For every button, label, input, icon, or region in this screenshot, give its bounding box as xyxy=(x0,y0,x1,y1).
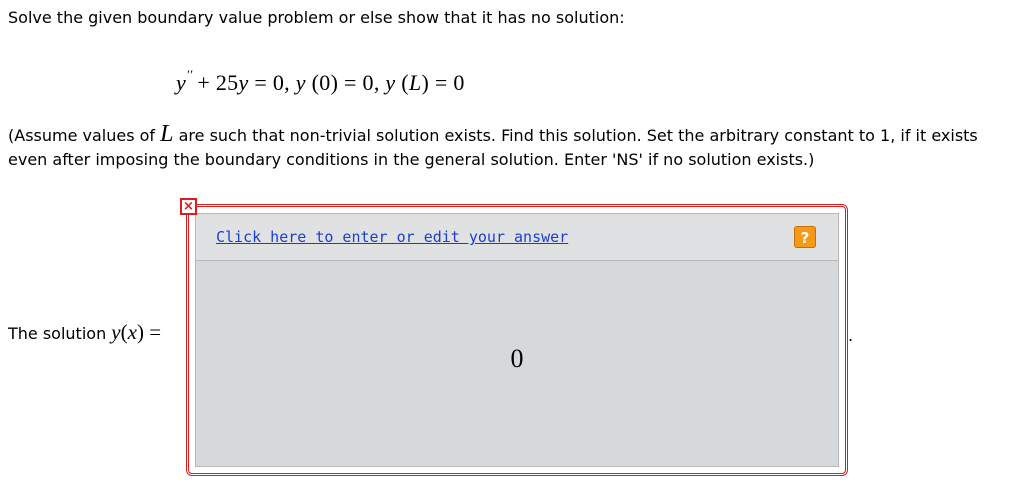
solution-x: x xyxy=(127,320,137,344)
solution-paren-open: ( xyxy=(120,320,128,344)
solution-label-text: The solution xyxy=(8,324,112,343)
eq-plus-25: + 25 xyxy=(197,70,239,95)
solution-label: The solution y(x) = xyxy=(8,320,161,345)
eq-y: y xyxy=(176,70,187,95)
instructions: (Assume values of L are such that non-tr… xyxy=(8,121,1018,172)
bc2-L: L xyxy=(408,70,422,95)
answer-header: Click here to enter or edit your answer … xyxy=(196,214,838,261)
bc1-y: y xyxy=(295,70,306,95)
solution-paren-close: ) xyxy=(136,320,144,344)
eq-double-prime: ′′ xyxy=(187,67,194,82)
help-icon[interactable]: ? xyxy=(794,226,816,248)
solution-y: y xyxy=(111,320,121,344)
instructions-L: L xyxy=(160,121,174,147)
eq-y-term: y xyxy=(238,70,249,95)
answer-widget[interactable]: Click here to enter or edit your answer … xyxy=(186,204,848,476)
bc1-rest: (0) = 0, xyxy=(305,70,386,95)
differential-equation: y′′ + 25y = 0, y (0) = 0, y (L) = 0 xyxy=(176,67,465,96)
answer-value: 0 xyxy=(510,344,524,373)
bc2-y: y xyxy=(385,70,396,95)
problem-prompt: Solve the given boundary value problem o… xyxy=(8,8,625,27)
bc2-close: ) = 0 xyxy=(421,70,465,95)
eq-equals-zero: = 0, xyxy=(248,70,296,95)
edit-answer-link[interactable]: Click here to enter or edit your answer xyxy=(216,228,568,246)
bc2-open: ( xyxy=(395,70,409,95)
trailing-period: . xyxy=(848,326,854,345)
solution-equals: = xyxy=(143,320,162,344)
instructions-part1: (Assume values of xyxy=(8,126,161,145)
answer-editor-area[interactable]: Click here to enter or edit your answer … xyxy=(195,213,839,467)
close-icon[interactable]: × xyxy=(180,198,197,215)
